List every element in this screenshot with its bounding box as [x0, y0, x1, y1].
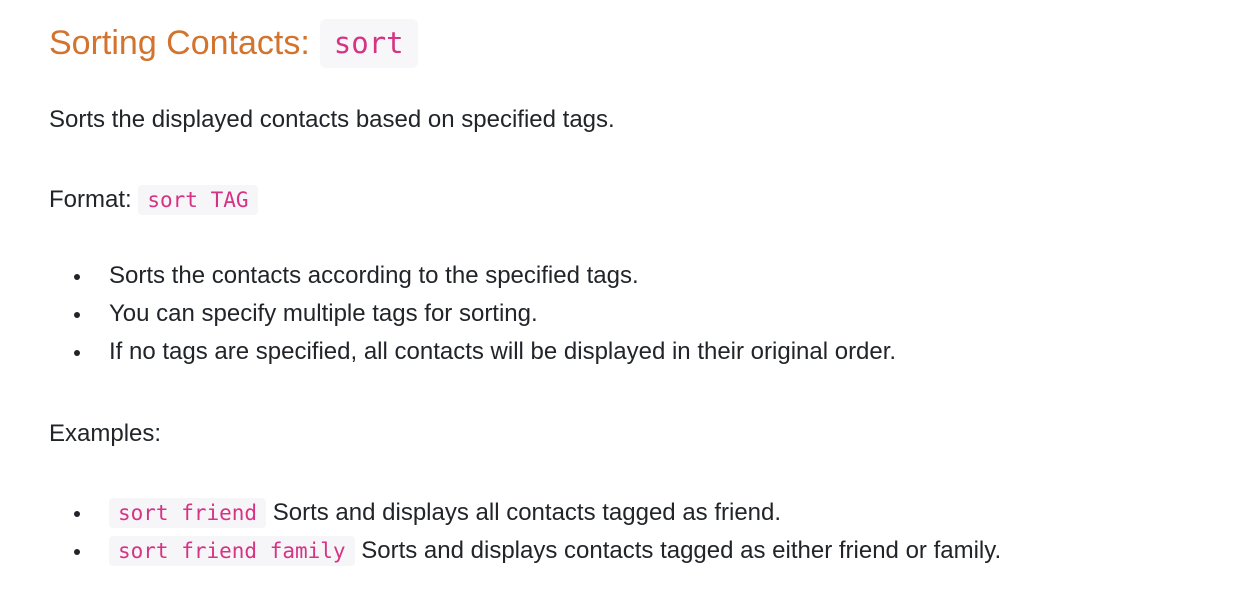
list-item: sort friend Sorts and displays all conta…: [49, 498, 1001, 536]
bullet-icon: [74, 350, 80, 356]
example-code: sort friend family: [109, 536, 355, 566]
list-item: Sorts the contacts according to the spec…: [49, 261, 896, 299]
heading-command-code: sort: [319, 18, 418, 68]
heading-title: Sorting Contacts:: [49, 23, 310, 62]
format-code: sort TAG: [138, 185, 258, 215]
note-text: You can specify multiple tags for sortin…: [109, 300, 538, 327]
note-text: If no tags are specified, all contacts w…: [109, 338, 897, 365]
list-item: You can specify multiple tags for sortin…: [49, 299, 896, 337]
section-heading: Sorting Contacts: sort: [49, 17, 418, 69]
list-item: sort friend family Sorts and displays co…: [49, 536, 1001, 574]
example-text: Sorts and displays all contacts tagged a…: [272, 499, 782, 526]
example-code: sort friend: [109, 498, 267, 528]
note-text: Sorts the contacts according to the spec…: [109, 262, 639, 289]
bullet-icon: [74, 549, 80, 555]
example-text: Sorts and displays contacts tagged as ei…: [361, 537, 1002, 564]
examples-label: Examples:: [49, 420, 162, 447]
format-line: Format: sort TAG: [49, 185, 258, 215]
list-item: If no tags are specified, all contacts w…: [49, 337, 896, 375]
examples-list: sort friend Sorts and displays all conta…: [49, 498, 1001, 574]
bullet-icon: [74, 312, 80, 318]
format-label: Format:: [49, 186, 132, 213]
bullet-icon: [74, 274, 80, 280]
description-text: Sorts the displayed contacts based on sp…: [49, 106, 615, 133]
bullet-icon: [74, 511, 80, 517]
notes-list: Sorts the contacts according to the spec…: [49, 261, 896, 375]
